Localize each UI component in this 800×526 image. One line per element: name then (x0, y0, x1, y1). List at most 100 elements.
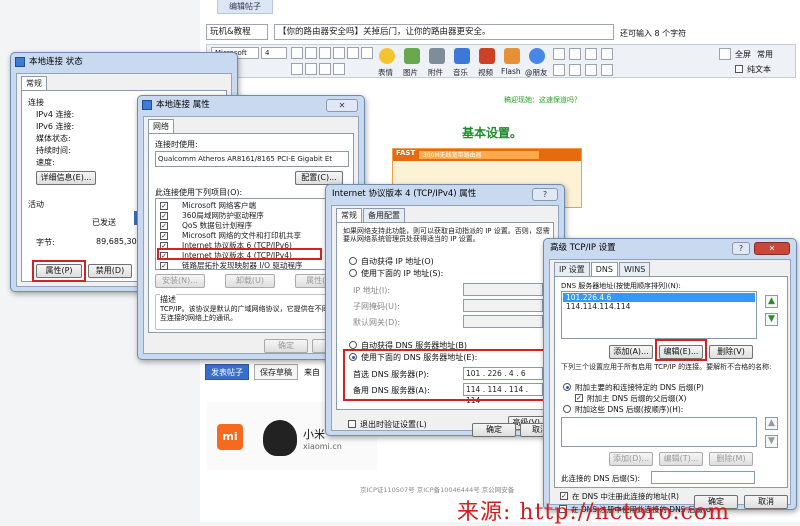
video-icon[interactable] (479, 48, 495, 64)
tab-edit-post[interactable]: 编辑帖子 (217, 0, 273, 14)
items-label: 此连接使用下列项目(O): (155, 188, 243, 197)
list-item[interactable]: 链路层拓扑发现映射器 I/O 驱动程序 (182, 260, 302, 269)
append-primary-label: 附加主要的和连接特定的 DNS 后缀(P) (575, 383, 704, 392)
append-these-label: 附加这些 DNS 后缀(按顺序)(H): (575, 405, 684, 414)
plain-text-checkbox[interactable] (735, 65, 743, 73)
sent-label: 已发送 (92, 218, 116, 227)
flash-icon[interactable] (504, 48, 520, 64)
italic-icon[interactable] (305, 47, 317, 59)
uninstall-button[interactable]: 卸载(U) (225, 274, 275, 288)
gateway-input[interactable] (463, 315, 543, 328)
category-select[interactable]: 玩机&教程 (206, 24, 268, 40)
align-left-icon[interactable] (333, 47, 345, 59)
ipv4-panel: 如果网络支持此功能，则可以获取自动指派的 IP 设置。否则，您需要从网络系统管理… (336, 222, 554, 410)
activity-heading: 活动 (28, 200, 44, 209)
link-icon[interactable] (305, 63, 317, 75)
post-title-input[interactable]: 【你的路由器安全吗】关掉后门，让你的路由器更安全。 (274, 24, 614, 40)
install-button[interactable]: 安装(N)... (155, 274, 205, 288)
html-icon[interactable] (553, 64, 565, 76)
size-select[interactable]: 4 (261, 47, 287, 59)
align-center-icon[interactable] (347, 47, 359, 59)
tab-general[interactable]: 常规 (21, 76, 47, 90)
tab-alternate[interactable]: 备用配置 (363, 208, 405, 222)
publish-post-button[interactable]: 发表帖子 (205, 364, 249, 380)
download-icon[interactable] (569, 64, 581, 76)
editor-toolbar: Microsoft 4 表情 图片 附件 音乐 视频 Flash @朋友 (206, 44, 796, 78)
quote-icon[interactable] (553, 48, 565, 60)
help-icon[interactable]: ? (532, 188, 558, 201)
auto-ip-label: 自动获得 IP 地址(O) (361, 257, 434, 266)
close-icon[interactable]: ✕ (326, 99, 358, 112)
connection-suffix-input[interactable] (651, 471, 755, 484)
status-title: 本地连接 状态 (29, 57, 83, 67)
properties-title: 本地连接 属性 (156, 100, 210, 110)
fullscreen-link[interactable]: 全屏 (735, 49, 751, 60)
dns-list-label: DNS 服务器地址(按使用顺序排列)(N): (561, 282, 681, 290)
manual-ip-radio[interactable] (349, 269, 357, 277)
move-up-icon[interactable]: ▲ (765, 295, 778, 308)
router-tab-text: 300M无线宽带路由器 (423, 152, 482, 159)
append-these-radio[interactable] (563, 405, 571, 413)
at-friend-icon[interactable] (529, 48, 545, 64)
tab-network[interactable]: 网络 (148, 119, 174, 133)
list-item[interactable]: 101.226.4.6 (566, 293, 611, 302)
dns-server-list[interactable]: 101.226.4.6 114.114.114.114 (561, 291, 757, 339)
configure-button[interactable]: 配置(C)... (295, 171, 343, 185)
validate-checkbox[interactable] (348, 420, 356, 428)
disable-button[interactable]: 禁用(D) (88, 264, 132, 278)
table-icon[interactable] (585, 48, 597, 60)
remove-suffix-button[interactable]: 删除(M) (709, 452, 753, 466)
toolbar-label-attach: 附件 (428, 68, 443, 77)
bold-icon[interactable] (291, 47, 303, 59)
move-down-icon[interactable]: ▼ (765, 313, 778, 326)
remove-dns-button[interactable]: 删除(V) (709, 345, 753, 359)
auto-dns-radio[interactable] (349, 341, 357, 349)
ok-button[interactable]: 确定 (264, 339, 308, 353)
help-icon[interactable]: ? (732, 242, 750, 255)
add-suffix-button[interactable]: 添加(D)... (609, 452, 653, 466)
auto-ip-radio[interactable] (349, 257, 357, 265)
tab-ip-settings[interactable]: IP 设置 (554, 262, 590, 276)
add-dns-button[interactable]: 添加(A)... (609, 345, 653, 359)
append-primary-radio[interactable] (563, 383, 571, 391)
close-icon[interactable]: ✕ (754, 242, 790, 255)
ipv4-ok-button[interactable]: 确定 (472, 423, 516, 437)
components-list[interactable]: ✓ Microsoft 网络客户端 ✓ 360局域网防护驱动程序 ✓ QoS 数据包计… (155, 198, 349, 270)
ipv4-titlebar: Internet 协议版本 4 (TCP/IPv4) 属性 (326, 185, 564, 203)
indent-icon[interactable] (333, 63, 345, 75)
ip-address-input[interactable] (463, 283, 543, 296)
image-icon[interactable] (404, 48, 420, 64)
description-group: 描述 TCP/IP。该协议是默认的广域网络协议，它提供在不同的相互连接的网络上的… (155, 294, 349, 330)
paste-icon[interactable] (601, 64, 613, 76)
advanced-cancel-button[interactable]: 取消 (744, 495, 788, 509)
underline-icon[interactable] (319, 47, 331, 59)
list-icon[interactable] (319, 63, 331, 75)
hide-icon[interactable] (601, 48, 613, 60)
common-link[interactable]: 常用 (757, 49, 773, 60)
music-icon[interactable] (454, 48, 470, 64)
attachment-icon[interactable] (429, 48, 445, 64)
tab-general[interactable]: 常规 (336, 208, 362, 222)
move-down-icon[interactable]: ▼ (765, 435, 778, 448)
emoji-icon[interactable] (379, 48, 395, 64)
details-button[interactable]: 详细信息(E)... (36, 171, 96, 185)
move-up-icon[interactable]: ▲ (765, 417, 778, 430)
save-draft-button[interactable]: 保存草稿 (254, 364, 298, 380)
ipv4-label: IPv4 连接: (36, 110, 75, 119)
subnet-mask-input[interactable] (463, 299, 543, 312)
mail-icon[interactable] (585, 64, 597, 76)
color-icon[interactable] (291, 63, 303, 75)
list-item[interactable]: 114.114.114.114 (566, 302, 630, 311)
suffix-list[interactable] (561, 417, 757, 447)
undo-icon[interactable] (719, 48, 731, 60)
tab-dns[interactable]: DNS (590, 262, 618, 276)
network-icon (15, 57, 25, 67)
router-logo: FAST (396, 149, 416, 157)
properties-panel: 连接时使用: Qualcomm Atheros AR8161/8165 PCI-… (148, 133, 354, 333)
code-icon[interactable] (569, 48, 581, 60)
router-header-bar: FAST 300M无线宽带路由器 (393, 149, 581, 161)
edit-suffix-button[interactable]: 编辑(T)... (659, 452, 703, 466)
toolbar-label-emoji: 表情 (378, 68, 393, 77)
align-right-icon[interactable] (361, 47, 373, 59)
tab-wins[interactable]: WINS (618, 262, 651, 276)
